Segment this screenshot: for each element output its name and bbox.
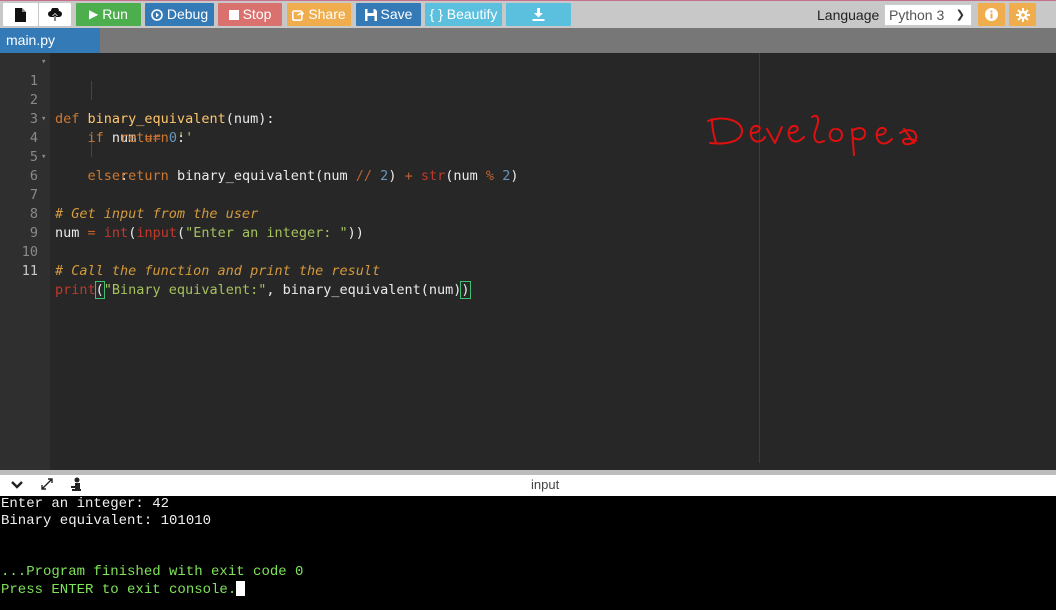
console-header: input: [0, 475, 1056, 496]
console-title: input: [531, 477, 560, 492]
line-number: 11: [21, 263, 38, 279]
run-button[interactable]: ▶ Run: [76, 3, 141, 26]
file-icon: [15, 7, 26, 22]
debug-button[interactable]: Debug: [145, 3, 214, 26]
tab-main-py[interactable]: main.py: [0, 28, 100, 53]
run-label: Run: [102, 6, 128, 22]
info-icon: [985, 8, 998, 21]
gear-icon: [1015, 7, 1030, 22]
handwritten-annotation: Developer: [707, 114, 918, 156]
stop-icon: [228, 9, 239, 20]
beautify-button[interactable]: { } Beautify: [425, 3, 502, 26]
console-prompt-text: Press ENTER to exit console.: [1, 582, 237, 598]
code-line: 2 ▾ if num == 0:: [0, 72, 1056, 146]
save-button[interactable]: Save: [356, 3, 421, 26]
clear-console-icon[interactable]: [67, 477, 85, 494]
console-line: ...Program finished with exit code 0: [1, 564, 304, 580]
info-button[interactable]: [978, 3, 1005, 26]
tab-label: main.py: [6, 32, 56, 48]
beautify-label: { } Beautify: [429, 6, 498, 22]
code-line: 9: [0, 205, 1056, 241]
token: print: [55, 282, 96, 298]
console-line: Enter an integer: 42: [1, 496, 170, 512]
share-button[interactable]: Share: [287, 3, 351, 26]
cloud-upload-icon: [48, 7, 62, 21]
play-icon: ▶: [89, 7, 99, 21]
code-line: 8 num = int(input("Enter an integer: ")): [0, 186, 1056, 241]
language-value: Python 3: [889, 7, 945, 23]
language-select[interactable]: Python 3 ❯: [884, 4, 972, 26]
console-cursor: [236, 581, 246, 596]
code-line: 10 # Call the function and print the res…: [0, 224, 1056, 279]
stop-button[interactable]: Stop: [218, 3, 282, 26]
toolbar: ▶ Run Debug Stop Share Save { } Beautify…: [0, 0, 1056, 28]
expand-icon[interactable]: [38, 477, 56, 494]
new-file-button[interactable]: [3, 3, 38, 26]
file-tab-bar: main.py: [0, 28, 1056, 53]
matching-bracket: ): [460, 281, 471, 299]
comment: # Call the function and print the result: [55, 263, 381, 279]
fold-toggle-icon[interactable]: ▾: [41, 53, 46, 72]
floppy-disk-icon: [364, 8, 377, 21]
download-button[interactable]: [506, 3, 571, 26]
token: , binary_equivalent(num): [266, 282, 462, 298]
console-line: Press ENTER to exit console.: [1, 581, 246, 599]
upload-button[interactable]: [39, 3, 71, 26]
language-label: Language: [817, 7, 880, 23]
share-icon: [292, 9, 305, 21]
debug-circle-icon: [151, 8, 163, 21]
matching-bracket: (: [94, 281, 105, 299]
download-icon: [532, 8, 545, 21]
token: "Binary equivalent:": [103, 282, 267, 298]
chevron-down-icon: ❯: [955, 9, 965, 21]
share-label: Share: [308, 6, 346, 22]
chevron-down-icon[interactable]: [8, 477, 26, 493]
console-line: Binary equivalent: 101010: [1, 513, 212, 529]
code-line: 1 ▾ def binary_equivalent(num):: [0, 53, 1056, 127]
code-editor[interactable]: 1 ▾ def binary_equivalent(num): 2 ▾ if n…: [0, 53, 1056, 470]
save-label: Save: [380, 6, 413, 22]
code-line-active: 11 print("Binary equivalent:", binary_eq…: [0, 243, 1056, 299]
console-output[interactable]: Enter an integer: 42 Binary equivalent: …: [0, 496, 1056, 610]
debug-label: Debug: [166, 6, 209, 22]
stop-label: Stop: [242, 6, 272, 22]
code-line: 7 # Get input from the user: [0, 167, 1056, 222]
settings-button[interactable]: [1009, 3, 1036, 26]
